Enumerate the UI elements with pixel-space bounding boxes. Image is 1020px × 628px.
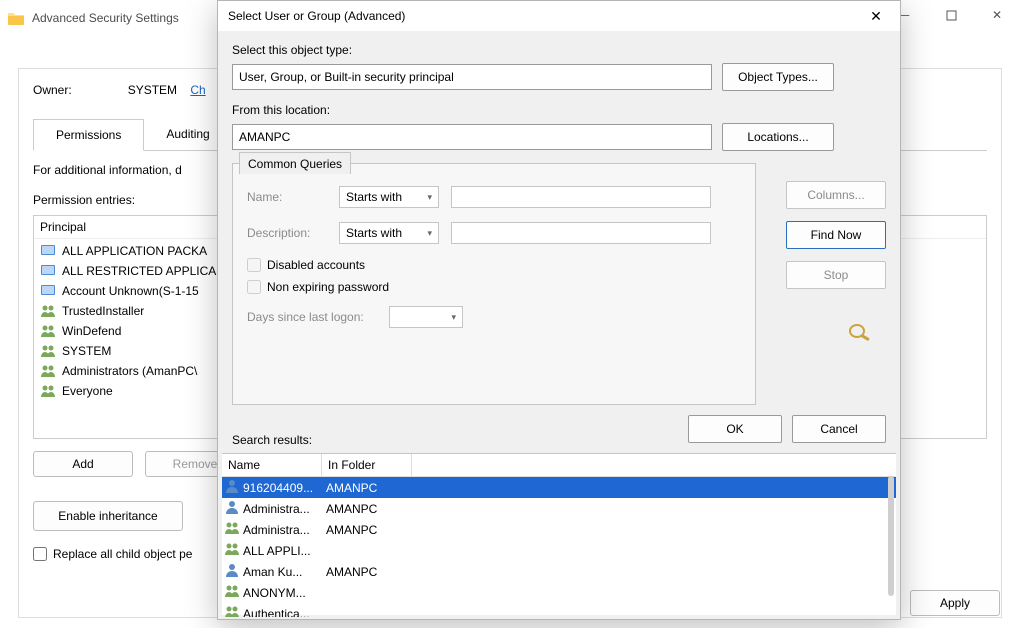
days-since-logon-select[interactable]: ▾	[389, 306, 463, 328]
principal-icon	[224, 478, 240, 497]
principal-icon	[224, 520, 240, 539]
search-results-list[interactable]: Name In Folder 916204409...AMANPCAdminis…	[222, 453, 896, 615]
object-types-button[interactable]: Object Types...	[722, 63, 834, 91]
bg-window-buttons: ─ ✕	[882, 0, 1020, 30]
owner-label: Owner:	[33, 83, 72, 97]
principal-name: Account Unknown(S-1-15	[62, 284, 199, 298]
description-match-select[interactable]: Starts with▾	[339, 222, 439, 244]
close-button[interactable]: ✕	[974, 0, 1020, 30]
chevron-down-icon: ▾	[427, 192, 432, 203]
result-name: Aman Ku...	[243, 565, 302, 579]
result-folder: AMANPC	[322, 481, 412, 495]
non-expiring-checkbox[interactable]	[247, 280, 261, 294]
result-row[interactable]: Administra... AMANPC	[222, 519, 896, 540]
right-button-column: Columns... Find Now Stop	[786, 181, 886, 289]
disabled-accounts-label: Disabled accounts	[267, 258, 365, 272]
result-row[interactable]: ANONYM...	[222, 582, 896, 603]
principal-icon	[40, 363, 56, 379]
bg-title: Advanced Security Settings	[32, 11, 179, 25]
principal-name: ALL APPLICATION PACKA	[62, 244, 207, 258]
principal-icon	[40, 383, 56, 399]
result-name: Administra...	[243, 502, 310, 516]
principal-name: TrustedInstaller	[62, 304, 144, 318]
maximize-button[interactable]	[928, 0, 974, 30]
principal-name: Everyone	[62, 384, 113, 398]
result-folder: AMANPC	[322, 523, 412, 537]
replace-children-label: Replace all child object pe	[53, 547, 192, 561]
replace-children-checkbox[interactable]	[33, 547, 47, 561]
stop-button[interactable]: Stop	[786, 261, 886, 289]
search-icon	[844, 321, 874, 343]
tab-permissions[interactable]: Permissions	[33, 119, 144, 151]
ok-button[interactable]: OK	[688, 415, 782, 443]
location-field[interactable]: AMANPC	[232, 124, 712, 150]
principal-name: Administrators (AmanPC\	[62, 364, 197, 378]
result-row[interactable]: Aman Ku... AMANPC	[222, 561, 896, 582]
object-type-field[interactable]: User, Group, or Built-in security princi…	[232, 64, 712, 90]
dialog-titlebar: Select User or Group (Advanced) ✕	[218, 1, 900, 31]
name-filter-input[interactable]	[451, 186, 711, 208]
days-since-logon-label: Days since last logon:	[247, 310, 377, 324]
location-label: From this location:	[232, 103, 886, 117]
dialog-title: Select User or Group (Advanced)	[228, 9, 405, 23]
principal-icon	[224, 583, 240, 602]
common-queries-group: Common Queries Name: Starts with▾ Descri…	[232, 163, 756, 405]
result-row[interactable]: 916204409... AMANPC	[222, 477, 896, 498]
principal-icon	[224, 541, 240, 560]
description-filter-input[interactable]	[451, 222, 711, 244]
result-name: ANONYM...	[243, 586, 306, 600]
principal-icon	[224, 562, 240, 581]
principal-icon	[40, 323, 56, 339]
non-expiring-label: Non expiring password	[267, 280, 389, 294]
results-scrollbar[interactable]	[888, 476, 894, 596]
principal-icon	[40, 243, 56, 259]
result-name: 916204409...	[243, 481, 313, 495]
principal-icon	[40, 303, 56, 319]
principal-icon	[224, 499, 240, 518]
results-header[interactable]: Name In Folder	[222, 454, 896, 477]
result-row[interactable]: Authentica...	[222, 603, 896, 617]
principal-name: SYSTEM	[62, 344, 111, 358]
object-type-label: Select this object type:	[232, 43, 886, 57]
cancel-button[interactable]: Cancel	[792, 415, 886, 443]
dialog-close-button[interactable]: ✕	[856, 3, 896, 29]
result-name: ALL APPLI...	[243, 544, 311, 558]
chevron-down-icon: ▾	[427, 228, 432, 239]
common-queries-tab[interactable]: Common Queries	[239, 152, 351, 174]
select-user-or-group-dialog: Select User or Group (Advanced) ✕ Select…	[217, 0, 901, 620]
locations-button[interactable]: Locations...	[722, 123, 834, 151]
columns-button[interactable]: Columns...	[786, 181, 886, 209]
result-row[interactable]: Administra... AMANPC	[222, 498, 896, 519]
add-button[interactable]: Add	[33, 451, 133, 477]
principal-icon	[224, 604, 240, 617]
change-owner-link[interactable]: Ch	[190, 83, 205, 97]
result-name: Authentica...	[243, 607, 310, 618]
principal-name: ALL RESTRICTED APPLICA	[62, 264, 216, 278]
principal-icon	[40, 283, 56, 299]
chevron-down-icon: ▾	[451, 312, 456, 323]
enable-inheritance-button[interactable]: Enable inheritance	[33, 501, 183, 531]
principal-icon	[40, 263, 56, 279]
result-row[interactable]: ALL APPLI...	[222, 540, 896, 561]
name-match-select[interactable]: Starts with▾	[339, 186, 439, 208]
owner-value: SYSTEM	[128, 83, 177, 97]
name-filter-label: Name:	[247, 190, 327, 204]
result-name: Administra...	[243, 523, 310, 537]
disabled-accounts-checkbox[interactable]	[247, 258, 261, 272]
find-now-button[interactable]: Find Now	[786, 221, 886, 249]
principal-icon	[40, 343, 56, 359]
description-filter-label: Description:	[247, 226, 327, 240]
folder-icon	[8, 11, 24, 25]
result-folder: AMANPC	[322, 565, 412, 579]
apply-button[interactable]: Apply	[910, 590, 1000, 616]
results-name-header[interactable]: Name	[222, 454, 322, 476]
principal-name: WinDefend	[62, 324, 121, 338]
result-folder: AMANPC	[322, 502, 412, 516]
results-folder-header[interactable]: In Folder	[322, 454, 412, 476]
search-results-label: Search results:	[232, 433, 312, 447]
